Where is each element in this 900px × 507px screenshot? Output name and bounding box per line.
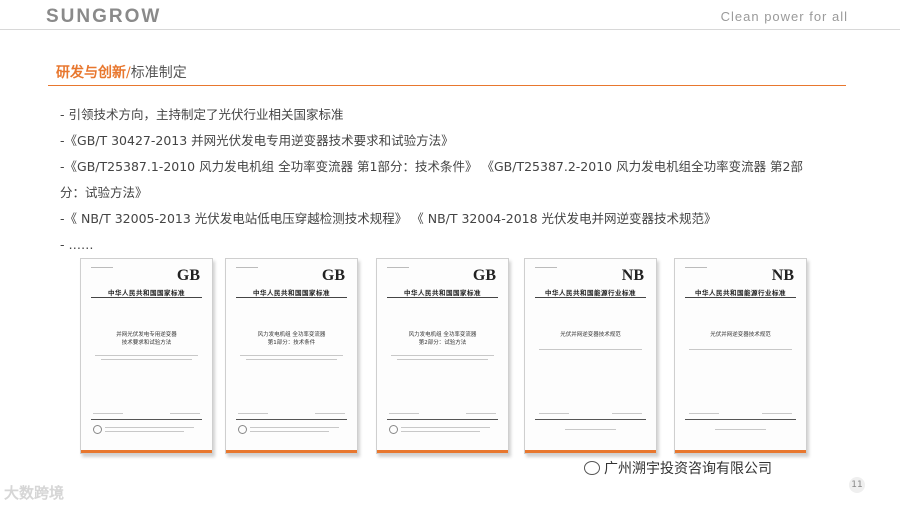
doc-rule: [535, 297, 646, 298]
doc-mark: NB: [621, 267, 644, 284]
wechat-account: 广州溯宇投资咨询有限公司: [584, 458, 772, 478]
tagline: Clean power for all: [720, 9, 848, 24]
bullet-item: -《 NB/T 32005-2013 光伏发电站低电压穿越检测技术规程》 《 N…: [60, 211, 717, 226]
doc-title: 风力发电机组 全功率变流器 第2部分：试验方法: [408, 332, 477, 346]
doc-org: 中华人民共和国国家标准: [253, 289, 330, 297]
doc-org: 中华人民共和国国家标准: [108, 289, 185, 297]
doc-issuer-line: [105, 431, 184, 432]
doc-accent-stripe: [226, 450, 357, 453]
section-title-main: 研发与创新: [56, 65, 126, 81]
section-title-sub: 标准制定: [130, 65, 187, 81]
doc-date-line: [170, 413, 200, 414]
doc-issuer-line: [715, 429, 766, 430]
doc-subtitle-line: [246, 359, 337, 360]
doc-mark: GB: [321, 267, 345, 284]
doc-date-line: [93, 413, 123, 414]
doc-code-line: [91, 267, 113, 278]
wechat-account-name: 广州溯宇投资咨询有限公司: [604, 461, 772, 477]
doc-footer-rule: [236, 419, 347, 420]
doc-org: 中华人民共和国国家标准: [404, 289, 481, 297]
doc-subtitle-line: [101, 359, 192, 360]
bullet-item: -《GB/T 30427-2013 并网光伏发电专用逆变器技术要求和试验方法》: [60, 133, 454, 148]
doc-subtitle-line: [689, 349, 792, 350]
doc-subtitle-line: [240, 355, 343, 356]
doc-code-line: [236, 267, 258, 278]
doc-org: 中华人民共和国能源行业标准: [545, 289, 636, 297]
doc-accent-stripe: [81, 450, 212, 453]
standard-cover-4: NB 中华人民共和国能源行业标准 光伏并网逆变器技术规范: [524, 258, 657, 454]
doc-subtitle-line: [95, 355, 198, 356]
doc-rule: [236, 297, 347, 298]
doc-rule: [91, 297, 202, 298]
seal-icon: [389, 425, 398, 434]
doc-issuer-line: [250, 427, 339, 428]
standard-cover-1: GB 中华人民共和国国家标准 并网光伏发电专用逆变器 技术要求和试验方法: [80, 258, 213, 454]
bullet-list: - 引领技术方向，主持制定了光伏行业相关国家标准 -《GB/T 30427-20…: [60, 102, 850, 258]
doc-code-line: [387, 267, 409, 278]
header-divider: [0, 29, 900, 30]
doc-date-line: [689, 413, 719, 414]
doc-date-line: [238, 413, 268, 414]
doc-issuer-line: [401, 427, 490, 428]
page-number: 11: [849, 477, 865, 493]
doc-code-line: [535, 267, 557, 278]
standard-cover-2: GB 中华人民共和国国家标准 风力发电机组 全功率变流器 第1部分：技术条件: [225, 258, 358, 454]
doc-org: 中华人民共和国能源行业标准: [695, 289, 786, 297]
bullet-item: - 引领技术方向，主持制定了光伏行业相关国家标准: [60, 107, 344, 122]
doc-accent-stripe: [377, 450, 508, 453]
doc-code-line: [685, 267, 707, 278]
doc-date-line: [466, 413, 496, 414]
doc-rule: [387, 297, 498, 298]
bullet-item: - ……: [60, 237, 94, 252]
doc-footer-rule: [535, 419, 646, 420]
doc-accent-stripe: [675, 450, 806, 453]
watermark: 大数跨境: [4, 484, 65, 502]
bullet-item: -《GB/T25387.1-2010 风力发电机组 全功率变流器 第1部分：技术…: [60, 159, 804, 174]
doc-date-line: [539, 413, 569, 414]
doc-date-line: [612, 413, 642, 414]
doc-footer-rule: [91, 419, 202, 420]
section-title: 研发与创新/标准制定: [56, 62, 187, 82]
doc-mark: GB: [176, 267, 200, 284]
bullet-item: 分：试验方法》: [60, 185, 148, 200]
doc-title: 光伏并网逆变器技术规范: [560, 332, 621, 338]
standard-cover-3: GB 中华人民共和国国家标准 风力发电机组 全功率变流器 第2部分：试验方法: [376, 258, 509, 454]
doc-title: 光伏并网逆变器技术规范: [710, 332, 771, 338]
doc-footer-rule: [685, 419, 796, 420]
doc-title: 风力发电机组 全功率变流器 第1部分：技术条件: [257, 332, 326, 346]
doc-subtitle-line: [539, 349, 642, 350]
seal-icon: [238, 425, 247, 434]
doc-title: 并网光伏发电专用逆变器 技术要求和试验方法: [116, 332, 177, 346]
standard-documents: GB 中华人民共和国国家标准 并网光伏发电专用逆变器 技术要求和试验方法 GB …: [80, 258, 820, 454]
doc-mark: GB: [472, 267, 496, 284]
doc-issuer-line: [565, 429, 616, 430]
standard-cover-5: NB 中华人民共和国能源行业标准 光伏并网逆变器技术规范: [674, 258, 807, 454]
seal-icon: [93, 425, 102, 434]
doc-footer-rule: [387, 419, 498, 420]
title-underline: [48, 85, 846, 86]
doc-issuer-line: [105, 427, 194, 428]
doc-date-line: [762, 413, 792, 414]
doc-subtitle-line: [391, 355, 494, 356]
doc-subtitle-line: [397, 359, 488, 360]
doc-date-line: [315, 413, 345, 414]
doc-accent-stripe: [525, 450, 656, 453]
sungrow-logo: SUNGROW: [46, 6, 162, 27]
doc-rule: [685, 297, 796, 298]
doc-issuer-line: [401, 431, 480, 432]
doc-issuer-line: [250, 431, 329, 432]
doc-date-line: [389, 413, 419, 414]
doc-mark: NB: [771, 267, 794, 284]
wechat-icon: [584, 461, 600, 475]
